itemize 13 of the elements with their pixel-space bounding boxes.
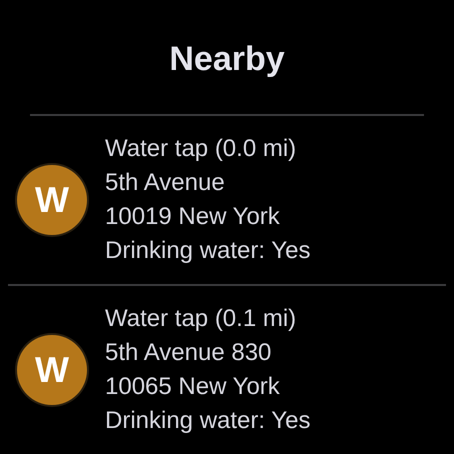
street-address: 5th Avenue 830 [105,338,272,368]
screen-title: Nearby [169,39,285,80]
postal-city: 10065 New York [105,372,281,402]
drinking-water-info: Drinking water: Yes [105,236,310,266]
drinking-water-info: Drinking water: Yes [105,406,310,436]
place-name: Water tap (0.0 mi) [105,134,298,164]
street-address: 5th Avenue [105,168,226,198]
place-list-item[interactable]: W Water tap (0.0 mi) 5th Avenue 10019 New York Drinking water: Yes [0,116,454,284]
place-list-item[interactable]: W Water tap (0.1 mi) 5th Avenue 830 10065 New York Drinking water: Yes [0,286,454,454]
postal-city: 10019 New York [105,202,281,232]
letter-avatar: W [17,165,87,235]
place-name: Water tap (0.1 mi) [105,304,298,334]
letter-avatar: W [17,335,87,405]
